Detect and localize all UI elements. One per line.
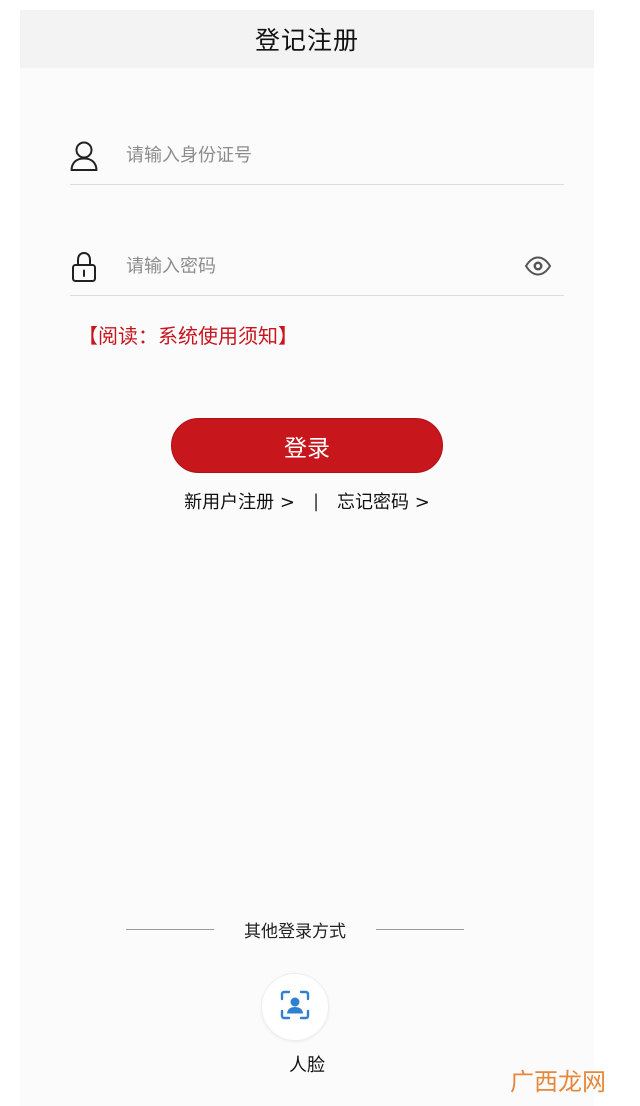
watermark: 广西龙网 [510,1068,606,1096]
password-field [70,239,564,296]
eye-icon[interactable] [524,255,552,277]
other-login-label: 其他登录方式 [244,922,346,942]
id-number-input[interactable] [126,138,506,172]
page: 登记注册 请输入身份证号 【阅读：系统使用须知】 登录 新用户注册 > | 忘记… [0,0,640,1106]
app-screen: 登记注册 请输入身份证号 【阅读：系统使用须知】 登录 新用户注册 > | 忘记… [20,10,594,1106]
face-scan-icon [280,990,310,1024]
header-bar: 登记注册 [20,10,594,68]
forgot-password-link[interactable]: 忘记密码 > [337,488,430,514]
other-login-divider: 其他登录方式 [126,917,464,942]
divider-line-left [126,929,214,930]
face-login-label: 人脸 [289,1055,325,1076]
face-login-button[interactable] [261,973,329,1041]
link-separator: | [312,490,320,512]
account-links: 新用户注册 > | 忘记密码 > [20,488,594,514]
lock-icon [70,251,98,283]
page-title: 登记注册 [254,26,359,55]
user-icon [70,140,98,172]
system-notice-link[interactable]: 【阅读：系统使用须知】 [78,320,298,349]
password-input[interactable] [126,249,506,283]
divider-line-right [376,929,464,930]
id-number-field [70,128,564,185]
login-button[interactable]: 登录 [171,418,443,473]
register-link[interactable]: 新用户注册 > [184,488,295,514]
